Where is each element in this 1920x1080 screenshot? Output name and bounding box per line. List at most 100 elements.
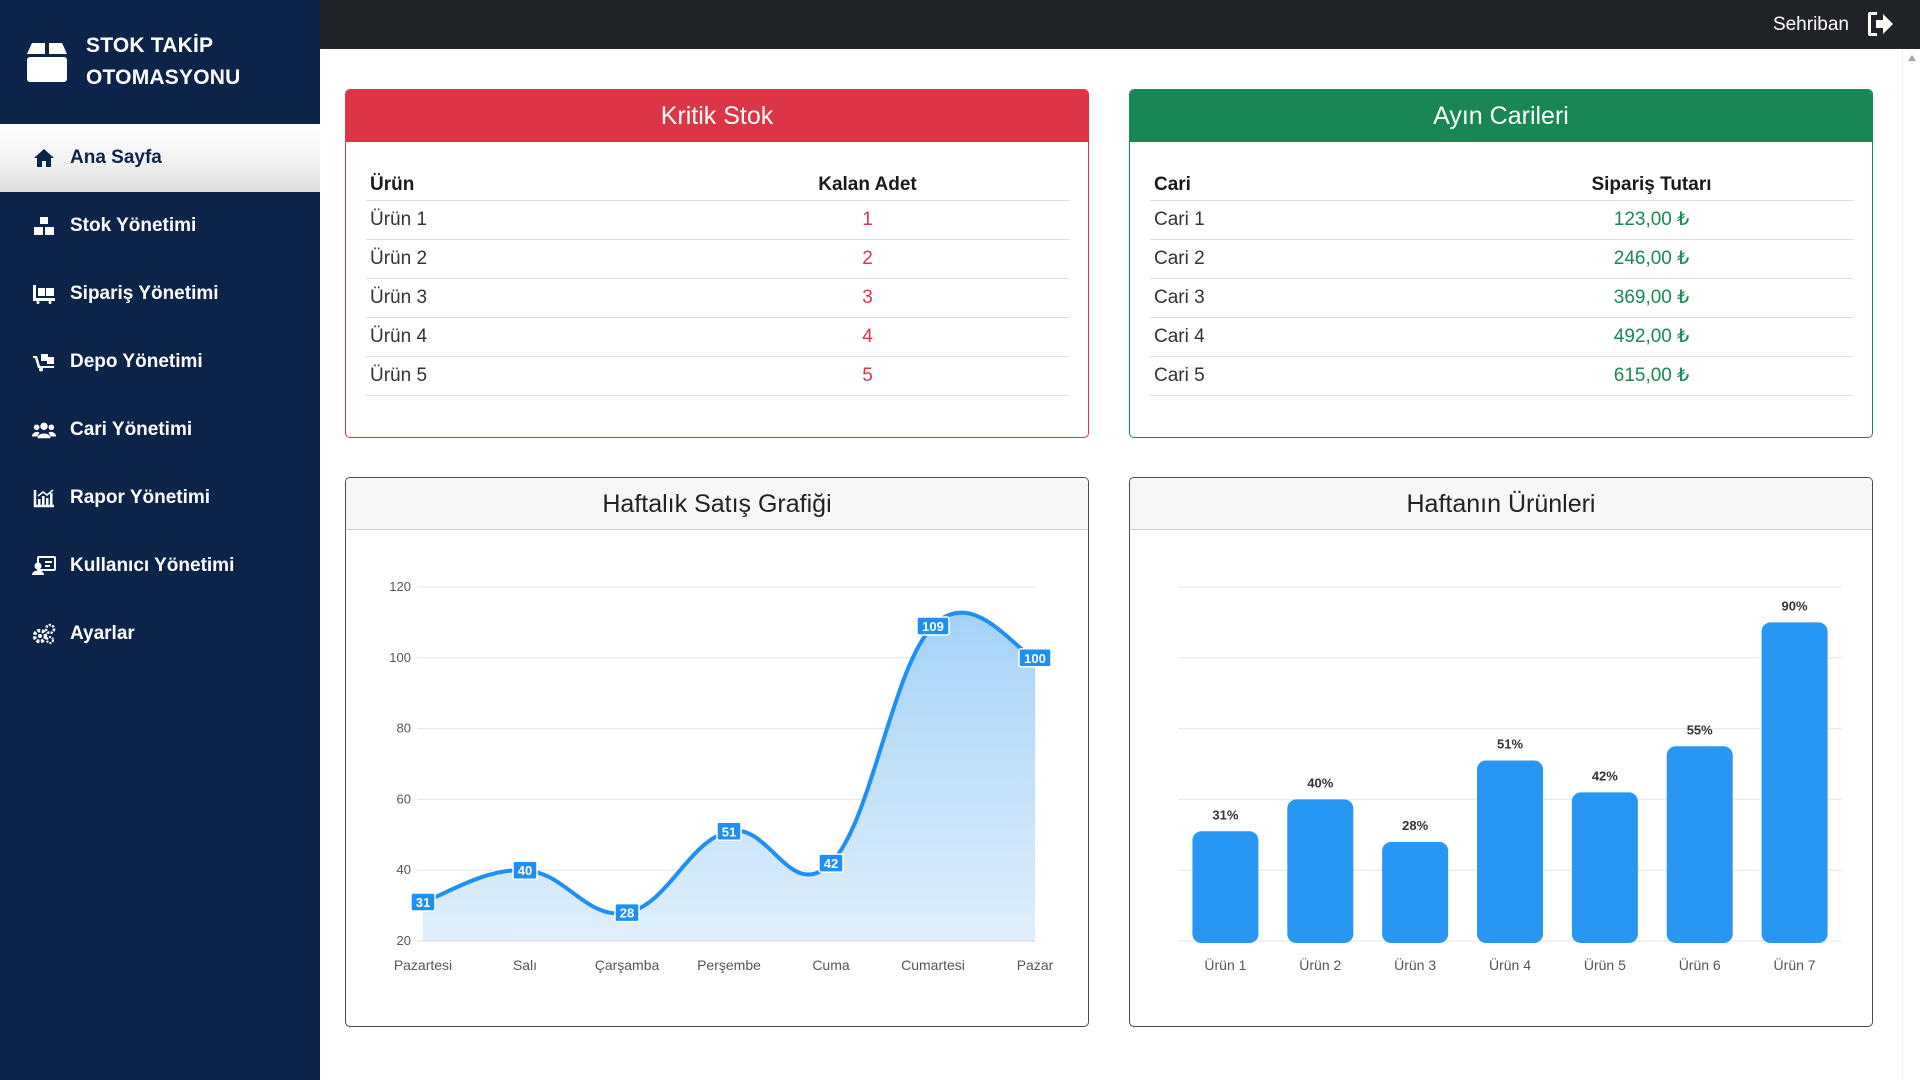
sidebar-item-kullanici[interactable]: Kullanıcı Yönetimi bbox=[0, 532, 320, 600]
table-row[interactable]: Cari 1 123,00 ₺ bbox=[1150, 200, 1853, 240]
quantity-cell: 2 bbox=[666, 239, 1069, 279]
weekly-products-chart: 31% Ürün 1 40% Ürün 2 28% Ürün 3 51% Ürün 4 42% Ü… bbox=[1178, 586, 1842, 973]
bar-value-label: 55% bbox=[1687, 722, 1713, 737]
scroll-up-arrow-icon[interactable] bbox=[1908, 55, 1916, 61]
table-row[interactable]: Cari 5 615,00 ₺ bbox=[1150, 356, 1853, 396]
bar-value-label: 90% bbox=[1782, 598, 1808, 613]
sidebar-item-label: Ayarlar bbox=[70, 623, 135, 644]
product-cell: Ürün 4 bbox=[366, 317, 666, 357]
chart-title: Haftalık Satış Grafiği bbox=[346, 478, 1088, 530]
quantity-cell: 3 bbox=[666, 278, 1069, 318]
bar bbox=[1761, 622, 1828, 943]
x-tick-label: Ürün 5 bbox=[1584, 956, 1626, 973]
monthly-accounts-table: Cari Sipariş Tutarı Cari 1 123,00 ₺ Cari … bbox=[1150, 161, 1853, 396]
product-cell: Ürün 3 bbox=[366, 278, 666, 318]
column-header: Cari bbox=[1150, 161, 1450, 201]
chart-icon bbox=[32, 486, 56, 510]
sidebar-item-label: Ana Sayfa bbox=[70, 147, 162, 168]
table-row[interactable]: Cari 2 246,00 ₺ bbox=[1150, 239, 1853, 279]
column-header: Sipariş Tutarı bbox=[1450, 161, 1853, 201]
bar bbox=[1666, 746, 1733, 943]
brand[interactable]: STOK TAKİP OTOMASYONU bbox=[0, 0, 320, 124]
amount-cell: 492,00 ₺ bbox=[1450, 317, 1853, 357]
bar-value-label: 31% bbox=[1212, 807, 1238, 822]
table-row[interactable]: Ürün 11 bbox=[366, 200, 1069, 240]
gears-icon bbox=[32, 622, 56, 646]
vertical-scrollbar[interactable] bbox=[1902, 49, 1920, 1080]
sidebar-item-label: Kullanıcı Yönetimi bbox=[70, 555, 235, 576]
x-tick-label: Ürün 6 bbox=[1679, 956, 1721, 973]
x-tick-label: Ürün 4 bbox=[1489, 956, 1531, 973]
sidebar-item-ayarlar[interactable]: Ayarlar bbox=[0, 600, 320, 668]
home-icon bbox=[32, 146, 56, 170]
area-fill bbox=[423, 612, 1035, 941]
bar bbox=[1571, 792, 1638, 943]
column-header: Ürün bbox=[366, 161, 666, 201]
sidebar-item-depo[interactable]: Depo Yönetimi bbox=[0, 328, 320, 396]
sidebar-item-label: Stok Yönetimi bbox=[70, 215, 197, 236]
users-icon bbox=[32, 418, 56, 442]
bar-value-label: 28% bbox=[1402, 818, 1428, 833]
quantity-cell: 1 bbox=[666, 200, 1069, 240]
quantity-cell: 4 bbox=[666, 317, 1069, 357]
x-tick-label: Perşembe bbox=[697, 957, 761, 973]
user-card-icon bbox=[32, 554, 56, 578]
quantity-cell: 5 bbox=[666, 356, 1069, 396]
bar bbox=[1287, 799, 1354, 943]
table-row[interactable]: Ürün 44 bbox=[366, 317, 1069, 357]
monthly-accounts-card: Ayın Carileri Cari Sipariş Tutarı Cari 1… bbox=[1129, 89, 1873, 438]
amount-cell: 615,00 ₺ bbox=[1450, 356, 1853, 396]
table-row[interactable]: Cari 3 369,00 ₺ bbox=[1150, 278, 1853, 318]
critical-stock-card: Kritik Stok Ürün Kalan Adet Ürün 11 Ürün… bbox=[345, 89, 1089, 438]
bar bbox=[1382, 841, 1449, 943]
table-row[interactable]: Ürün 33 bbox=[366, 278, 1069, 318]
card-title: Ayın Carileri bbox=[1130, 90, 1872, 142]
weekly-products-chart-card: Haftanın Ürünleri 31% Ürün 1 40% Ürün 2 28% Ü… bbox=[1129, 477, 1873, 1027]
chart-title: Haftanın Ürünleri bbox=[1130, 478, 1872, 530]
sidebar-item-siparis[interactable]: Sipariş Yönetimi bbox=[0, 260, 320, 328]
column-header: Kalan Adet bbox=[666, 161, 1069, 201]
amount-cell: 123,00 ₺ bbox=[1450, 200, 1853, 240]
table-row[interactable]: Ürün 55 bbox=[366, 356, 1069, 396]
sidebar-item-label: Depo Yönetimi bbox=[70, 351, 203, 372]
sidebar-item-stok[interactable]: Stok Yönetimi bbox=[0, 192, 320, 260]
account-cell: Cari 5 bbox=[1150, 356, 1450, 396]
y-tick-label: 60 bbox=[397, 791, 411, 806]
app-title: STOK TAKİP OTOMASYONU bbox=[86, 30, 240, 94]
user-name[interactable]: Sehriban bbox=[1773, 0, 1849, 49]
bar-value-label: 42% bbox=[1592, 768, 1618, 783]
table-header-row: Ürün Kalan Adet bbox=[366, 161, 1069, 201]
bar bbox=[1192, 831, 1259, 943]
x-tick-label: Pazartesi bbox=[394, 957, 452, 973]
amount-cell: 246,00 ₺ bbox=[1450, 239, 1853, 279]
x-tick-label: Ürün 7 bbox=[1774, 956, 1816, 973]
table-header-row: Cari Sipariş Tutarı bbox=[1150, 161, 1853, 201]
table-row[interactable]: Cari 4 492,00 ₺ bbox=[1150, 317, 1853, 357]
x-tick-label: Çarşamba bbox=[595, 957, 660, 973]
card-title: Kritik Stok bbox=[346, 90, 1088, 142]
data-label: 109 bbox=[922, 619, 944, 634]
sidebar-item-rapor[interactable]: Rapor Yönetimi bbox=[0, 464, 320, 532]
critical-stock-table: Ürün Kalan Adet Ürün 11 Ürün 22 Ürün 33 … bbox=[366, 161, 1069, 396]
x-tick-label: Ürün 1 bbox=[1204, 956, 1246, 973]
boxes-icon bbox=[32, 214, 56, 238]
sidebar-item-label: Sipariş Yönetimi bbox=[70, 283, 219, 304]
data-label: 51 bbox=[722, 824, 736, 839]
bar bbox=[1477, 760, 1543, 943]
sidebar-item-ana-sayfa[interactable]: Ana Sayfa bbox=[0, 124, 320, 192]
y-tick-label: 100 bbox=[389, 650, 411, 665]
topbar: Sehriban bbox=[320, 0, 1920, 49]
data-label: 42 bbox=[824, 856, 838, 871]
table-row[interactable]: Ürün 22 bbox=[366, 239, 1069, 279]
data-label: 40 bbox=[518, 863, 532, 878]
data-label: 100 bbox=[1024, 651, 1046, 666]
x-tick-label: Ürün 3 bbox=[1394, 956, 1436, 973]
sidebar-item-cari[interactable]: Cari Yönetimi bbox=[0, 396, 320, 464]
product-cell: Ürün 2 bbox=[366, 239, 666, 279]
sign-out-icon[interactable] bbox=[1866, 11, 1894, 37]
product-cell: Ürün 5 bbox=[366, 356, 666, 396]
x-tick-label: Pazar bbox=[1017, 957, 1054, 973]
account-cell: Cari 3 bbox=[1150, 278, 1450, 318]
sidebar-item-label: Cari Yönetimi bbox=[70, 419, 193, 440]
bar-value-label: 40% bbox=[1307, 775, 1333, 790]
